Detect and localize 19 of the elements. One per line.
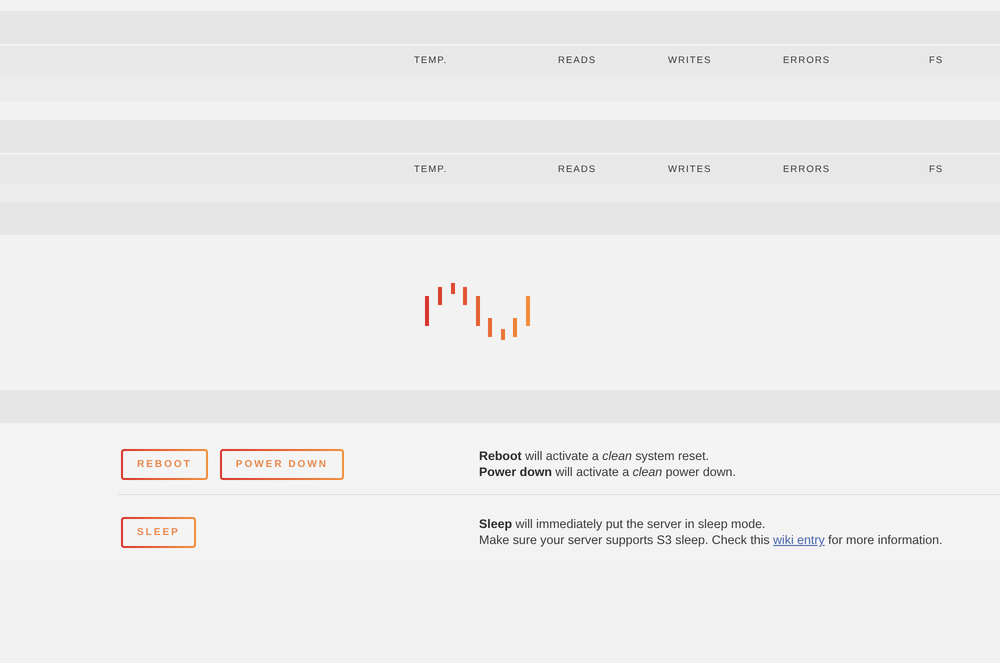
action-button[interactable]: SLEEP <box>121 516 196 548</box>
column-header: READS <box>558 164 596 175</box>
action-button[interactable]: POWER DOWN <box>220 448 344 480</box>
column-header: ERRORS <box>783 164 830 175</box>
column-header: TEMP. <box>414 164 448 175</box>
column-header: ERRORS <box>783 55 830 66</box>
column-header: READS <box>558 55 596 66</box>
column-header: TEMP. <box>414 55 448 66</box>
column-header: WRITES <box>668 55 712 66</box>
action-button[interactable]: REBOOT <box>121 448 208 480</box>
wiki-link[interactable]: wiki entry <box>773 533 825 547</box>
description-text: Reboot will activate a clean system reset. <box>479 448 710 464</box>
column-header: WRITES <box>668 164 712 175</box>
column-header: FS <box>929 55 944 66</box>
loading-bars-icon <box>424 283 530 340</box>
description-text: Sleep will immediately put the server in sleep mode. <box>479 516 766 532</box>
description-text: Make sure your server supports S3 sleep. Check this wiki entry for more information. <box>479 532 944 548</box>
description-text: Power down will activate a clean power down. <box>479 464 737 480</box>
column-header: FS <box>929 164 944 175</box>
